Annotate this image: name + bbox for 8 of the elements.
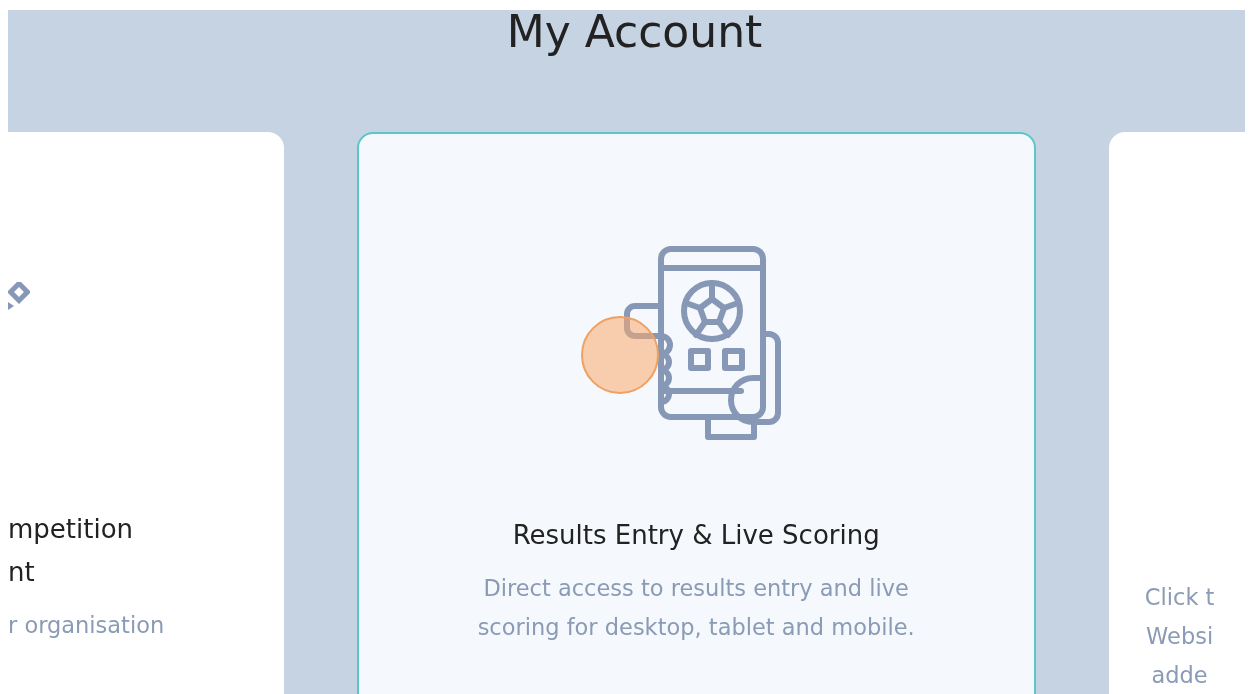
- service-card[interactable]: mpetition nt r organisation: [8, 132, 284, 694]
- card-description: Click t Websi adde: [1143, 583, 1216, 690]
- page-title: My Account: [505, 10, 764, 59]
- card-title: Results Entry & Live Scoring: [512, 519, 880, 552]
- card-title: mpetition nt: [8, 513, 135, 589]
- card-description: r organisation: [8, 611, 166, 640]
- service-card[interactable]: Results Entry & Live Scoring Direct access to results entry and live scoring for desktop, tablet and mobile.: [356, 132, 1036, 694]
- card-description: Direct access to results entry and live scoring for desktop, tablet and mobile.: [477, 574, 915, 642]
